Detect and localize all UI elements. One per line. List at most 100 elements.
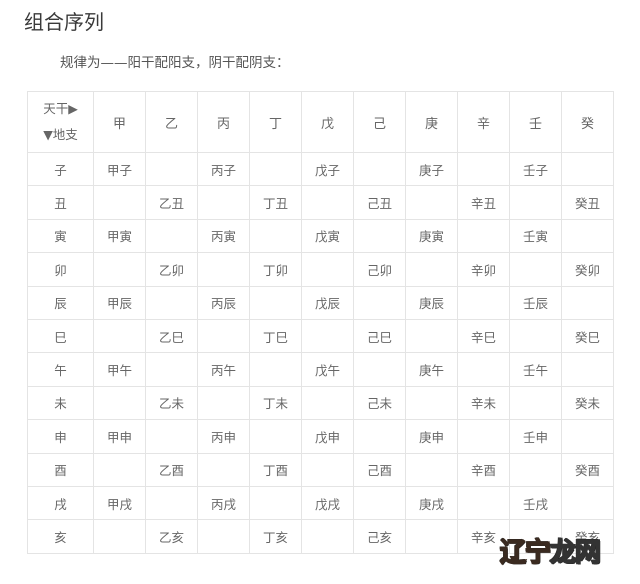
ganzhi-cell bbox=[457, 218, 510, 254]
ganzhi-cell: 丁酉 bbox=[249, 452, 302, 487]
ganzhi-cell bbox=[457, 151, 510, 187]
branch-header: 丑 bbox=[27, 185, 94, 220]
ganzhi-cell: 癸卯 bbox=[561, 252, 614, 287]
ganzhi-cell bbox=[457, 285, 510, 320]
ganzhi-cell: 辛丑 bbox=[457, 185, 510, 220]
ganzhi-cell: 己亥 bbox=[353, 519, 406, 554]
ganzhi-cell bbox=[301, 385, 354, 421]
ganzhi-cell: 丙寅 bbox=[197, 218, 250, 254]
ganzhi-cell bbox=[457, 419, 510, 454]
ganzhi-cell bbox=[561, 151, 614, 187]
ganzhi-cell: 甲申 bbox=[93, 419, 146, 454]
stem-header: 壬 bbox=[509, 91, 562, 153]
table-row: 寅甲寅 丙寅 戊寅 庚寅 壬寅 bbox=[27, 218, 614, 254]
ganzhi-cell: 戊戌 bbox=[301, 485, 354, 521]
ganzhi-cell: 丙午 bbox=[197, 352, 250, 387]
ganzhi-cell bbox=[93, 519, 146, 554]
table-row: 卯 乙卯 丁卯 己卯 辛卯 癸卯 bbox=[27, 252, 614, 287]
ganzhi-cell bbox=[249, 151, 302, 187]
ganzhi-cell: 乙卯 bbox=[145, 252, 198, 287]
watermark-logo: 辽宁龙网 bbox=[499, 532, 602, 569]
corner-cell: 天干▶ ▼地支 bbox=[27, 91, 94, 153]
table-row: 申甲申 丙申 戊申 庚申 壬申 bbox=[27, 419, 614, 454]
rule-description: 规律为——阳干配阳支，阴干配阴支： bbox=[60, 55, 290, 71]
ganzhi-cell: 壬申 bbox=[509, 419, 562, 454]
ganzhi-cell bbox=[301, 318, 354, 354]
ganzhi-cell bbox=[197, 185, 250, 220]
corner-stem-label: 天干▶ bbox=[43, 101, 78, 116]
ganzhi-cell bbox=[93, 185, 146, 220]
stem-header: 癸 bbox=[561, 91, 614, 153]
ganzhi-cell bbox=[197, 519, 250, 554]
ganzhi-cell bbox=[249, 485, 302, 521]
ganzhi-cell bbox=[509, 185, 562, 220]
ganzhi-cell bbox=[457, 485, 510, 521]
ganzhi-cell: 己酉 bbox=[353, 452, 406, 487]
table-row: 辰甲辰 丙辰 戊辰 庚辰 壬辰 bbox=[27, 285, 614, 320]
stem-header: 辛 bbox=[457, 91, 510, 153]
ganzhi-cell: 甲辰 bbox=[93, 285, 146, 320]
corner-branch-label: ▼地支 bbox=[43, 127, 78, 142]
table-row: 子甲子 丙子 戊子 庚子 壬子 bbox=[27, 151, 614, 187]
ganzhi-cell: 庚午 bbox=[405, 352, 458, 387]
ganzhi-cell bbox=[561, 218, 614, 254]
stem-header: 己 bbox=[353, 91, 406, 153]
ganzhi-cell: 戊辰 bbox=[301, 285, 354, 320]
ganzhi-cell: 癸丑 bbox=[561, 185, 614, 220]
ganzhi-cell: 庚戌 bbox=[405, 485, 458, 521]
ganzhi-cell bbox=[197, 452, 250, 487]
ganzhi-cell bbox=[353, 419, 406, 454]
ganzhi-cell bbox=[301, 452, 354, 487]
branch-header: 酉 bbox=[27, 452, 94, 487]
ganzhi-cell: 壬寅 bbox=[509, 218, 562, 254]
ganzhi-cell bbox=[353, 352, 406, 387]
ganzhi-cell: 辛卯 bbox=[457, 252, 510, 287]
ganzhi-cell bbox=[561, 419, 614, 454]
stem-header: 丙 bbox=[197, 91, 250, 153]
stem-header: 庚 bbox=[405, 91, 458, 153]
ganzhi-cell: 乙酉 bbox=[145, 452, 198, 487]
ganzhi-cell bbox=[145, 352, 198, 387]
ganzhi-cell bbox=[197, 318, 250, 354]
ganzhi-table: 天干▶ ▼地支 甲 乙 丙 丁 戊 己 庚 辛 壬 癸 子甲子 丙子 戊子 庚子 壬子丑… bbox=[27, 91, 614, 554]
ganzhi-cell bbox=[197, 385, 250, 421]
table-row: 巳 乙巳 丁巳 己巳 辛巳 癸巳 bbox=[27, 318, 614, 354]
table-row: 酉 乙酉 丁酉 己酉 辛酉 癸酉 bbox=[27, 452, 614, 487]
ganzhi-cell bbox=[93, 452, 146, 487]
ganzhi-cell bbox=[145, 419, 198, 454]
branch-header: 辰 bbox=[27, 285, 94, 320]
branch-header: 未 bbox=[27, 385, 94, 421]
ganzhi-cell bbox=[249, 419, 302, 454]
ganzhi-cell bbox=[405, 452, 458, 487]
ganzhi-cell: 壬辰 bbox=[509, 285, 562, 320]
ganzhi-cell bbox=[561, 485, 614, 521]
header-row: 天干▶ ▼地支 甲 乙 丙 丁 戊 己 庚 辛 壬 癸 bbox=[27, 91, 614, 153]
ganzhi-cell: 壬午 bbox=[509, 352, 562, 387]
ganzhi-cell bbox=[145, 485, 198, 521]
ganzhi-cell bbox=[249, 218, 302, 254]
ganzhi-cell: 乙丑 bbox=[145, 185, 198, 220]
ganzhi-cell bbox=[353, 285, 406, 320]
ganzhi-cell bbox=[405, 318, 458, 354]
ganzhi-cell: 丁亥 bbox=[249, 519, 302, 554]
ganzhi-cell bbox=[145, 151, 198, 187]
ganzhi-cell: 己未 bbox=[353, 385, 406, 421]
ganzhi-cell bbox=[93, 252, 146, 287]
ganzhi-cell: 己巳 bbox=[353, 318, 406, 354]
ganzhi-cell: 庚子 bbox=[405, 151, 458, 187]
ganzhi-cell bbox=[561, 285, 614, 320]
ganzhi-cell: 壬戌 bbox=[509, 485, 562, 521]
ganzhi-cell bbox=[353, 485, 406, 521]
ganzhi-cell bbox=[509, 452, 562, 487]
ganzhi-cell: 甲子 bbox=[93, 151, 146, 187]
ganzhi-cell: 甲午 bbox=[93, 352, 146, 387]
branch-header: 申 bbox=[27, 419, 94, 454]
ganzhi-cell bbox=[145, 218, 198, 254]
ganzhi-cell: 丙子 bbox=[197, 151, 250, 187]
branch-header: 子 bbox=[27, 151, 94, 187]
ganzhi-cell: 庚申 bbox=[405, 419, 458, 454]
branch-header: 午 bbox=[27, 352, 94, 387]
ganzhi-cell bbox=[353, 218, 406, 254]
stem-header: 丁 bbox=[249, 91, 302, 153]
ganzhi-cell bbox=[509, 318, 562, 354]
